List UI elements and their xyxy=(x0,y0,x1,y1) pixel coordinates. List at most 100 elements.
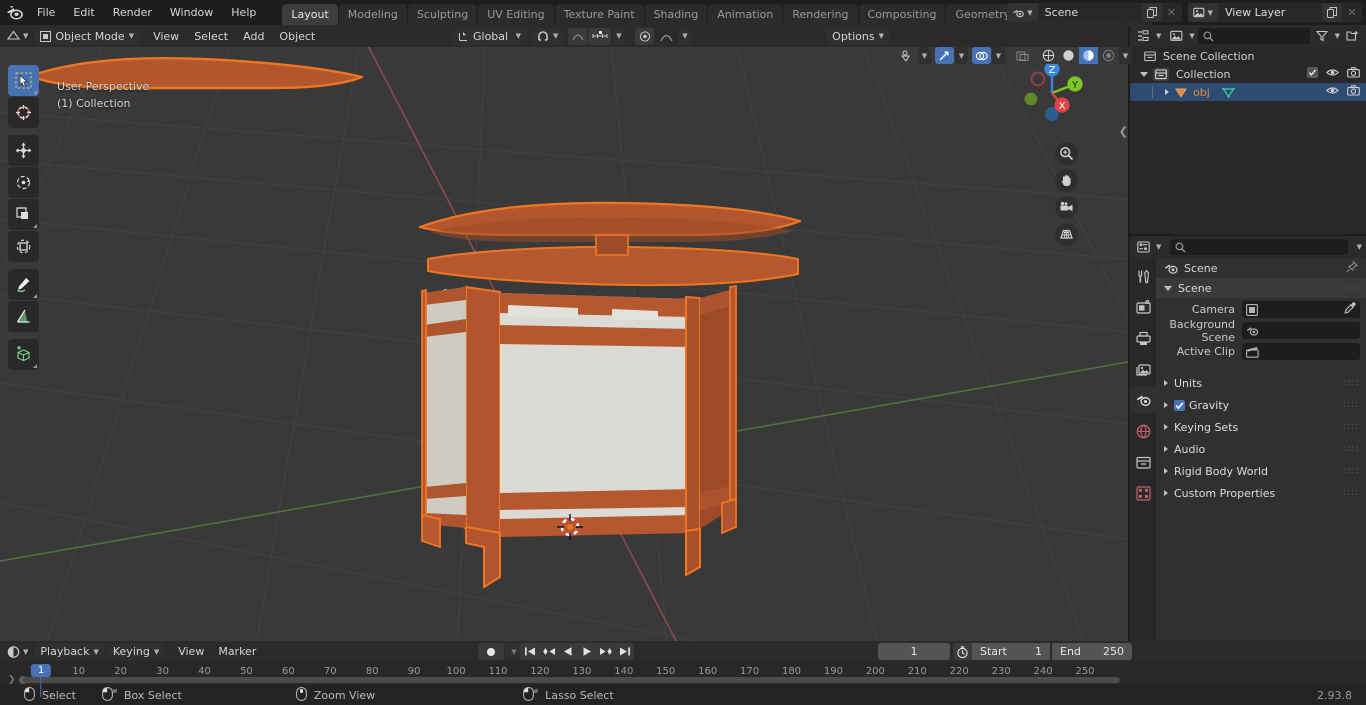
timeline-scrollbar[interactable]: ❯ xyxy=(0,675,1128,685)
properties-panel-keying-sets[interactable]: Keying Sets :::: xyxy=(1156,417,1366,437)
shading-dropdown[interactable]: ▼ xyxy=(1119,47,1132,64)
chevron-right-icon[interactable] xyxy=(1164,380,1168,386)
visibility-selector[interactable] xyxy=(898,47,917,64)
show-overlays-toggle[interactable] xyxy=(972,47,991,64)
scrollbar-track[interactable] xyxy=(22,677,1120,683)
zoom-view-button[interactable] xyxy=(1055,142,1078,165)
snapping-toggle[interactable]: ▼ xyxy=(532,27,564,45)
tool-select-box[interactable] xyxy=(8,65,39,96)
outliner-row-obj[interactable]: obj xyxy=(1130,83,1366,101)
snap-target-toggle[interactable] xyxy=(588,27,612,45)
play-reverse-button[interactable] xyxy=(558,643,577,660)
timeline-editor-type-icon[interactable] xyxy=(4,643,23,660)
field-input-background-scene[interactable] xyxy=(1242,322,1360,339)
timeline-menu-marker[interactable]: Marker xyxy=(211,643,263,660)
tool-annotate[interactable] xyxy=(8,269,39,300)
previous-keyframe-button[interactable] xyxy=(539,643,558,660)
end-frame-field[interactable]: End 250 xyxy=(1052,643,1132,660)
unlink-scene-icon[interactable]: ✕ xyxy=(1161,3,1182,22)
gravity-checkbox[interactable] xyxy=(1174,399,1185,411)
properties-tab-view-layer[interactable] xyxy=(1133,359,1153,379)
shading-material-button[interactable] xyxy=(1079,47,1098,64)
properties-tab-collection[interactable] xyxy=(1133,452,1153,472)
scene-name-value[interactable]: Scene xyxy=(1037,3,1142,22)
properties-panel-scene[interactable]: Scene :::: xyxy=(1156,278,1366,298)
menu-file[interactable]: File xyxy=(28,3,64,22)
shading-solid-button[interactable] xyxy=(1059,47,1078,64)
viewport-options-button[interactable]: Options ▼ xyxy=(826,27,890,45)
pin-icon[interactable] xyxy=(1346,260,1359,276)
remove-viewlayer-icon[interactable]: ✕ xyxy=(1342,3,1362,22)
blender-logo-icon[interactable] xyxy=(0,5,28,20)
3d-viewport[interactable]: User Perspective (1) Collection Z Y X ❮ xyxy=(0,47,1128,641)
play-button[interactable] xyxy=(577,643,596,660)
proportional-edit-toggle[interactable] xyxy=(568,27,588,45)
workspace-tab-compositing[interactable]: Compositing xyxy=(858,3,946,26)
properties-panel-rigid-body-world[interactable]: Rigid Body World :::: xyxy=(1156,461,1366,481)
eye-icon[interactable] xyxy=(1325,85,1340,99)
outliner-editor-type-icon[interactable] xyxy=(1134,28,1153,45)
field-input-active-clip[interactable] xyxy=(1242,343,1360,360)
properties-panel-gravity[interactable]: Gravity :::: xyxy=(1156,395,1366,415)
jump-to-start-button[interactable] xyxy=(520,643,539,660)
camera-icon[interactable] xyxy=(1347,85,1360,99)
properties-tab-texture[interactable] xyxy=(1133,483,1153,503)
outliner-row-collection[interactable]: Collection xyxy=(1130,65,1366,83)
workspace-tab-texture-paint[interactable]: Texture Paint xyxy=(554,3,644,26)
properties-tab-world[interactable] xyxy=(1133,421,1153,441)
outliner-display-mode-icon[interactable] xyxy=(1167,28,1186,45)
pan-view-button[interactable] xyxy=(1055,169,1078,192)
workspace-tab-animation[interactable]: Animation xyxy=(708,3,783,26)
outliner-search-input[interactable] xyxy=(1197,28,1310,44)
tool-cursor[interactable] xyxy=(8,97,39,128)
menu-render[interactable]: Render xyxy=(104,3,161,22)
tool-move[interactable] xyxy=(8,135,39,166)
toggle-perspective-button[interactable] xyxy=(1055,223,1078,246)
outliner-row-scene-collection[interactable]: Scene Collection xyxy=(1130,47,1366,65)
chevron-down-icon[interactable] xyxy=(1164,285,1172,291)
chevron-right-icon[interactable] xyxy=(1164,424,1168,430)
timeline-playhead[interactable]: 1 xyxy=(30,664,52,677)
viewlayer-name-value[interactable]: View Layer xyxy=(1218,3,1322,22)
auto-keyframe-button[interactable] xyxy=(478,643,504,660)
properties-tab-tool[interactable] xyxy=(1133,266,1153,286)
timeline-menu-keying[interactable]: Keying ▼ xyxy=(106,643,166,660)
timeline-menu-playback[interactable]: Playback ▼ xyxy=(34,643,105,660)
proportional-editing-objects-toggle[interactable] xyxy=(635,27,655,45)
eyedropper-icon[interactable] xyxy=(1344,302,1356,317)
viewport-menu-select[interactable]: Select xyxy=(187,28,235,45)
properties-editor-type-icon[interactable] xyxy=(1134,239,1153,256)
properties-panel-custom-properties[interactable]: Custom Properties :::: xyxy=(1156,483,1366,503)
chevron-right-icon[interactable] xyxy=(1164,402,1168,408)
shading-rendered-button[interactable] xyxy=(1099,47,1118,64)
use-preview-range-button[interactable] xyxy=(953,643,972,660)
tool-add-cube[interactable] xyxy=(8,339,39,370)
falloff-dropdown[interactable]: ▼ xyxy=(678,27,692,45)
transform-orientation-selector[interactable]: Global ▼ xyxy=(452,27,527,45)
menu-window[interactable]: Window xyxy=(161,3,222,22)
timeline-sidebar-toggle[interactable]: ❯ xyxy=(8,675,16,685)
workspace-tab-modeling[interactable]: Modeling xyxy=(338,3,407,26)
navigation-gizmo[interactable]: Z Y X xyxy=(1014,55,1090,131)
start-frame-field[interactable]: Start 1 xyxy=(972,643,1050,660)
overlays-dropdown[interactable]: ▼ xyxy=(992,47,1005,64)
workspace-tab-sculpting[interactable]: Sculpting xyxy=(407,3,478,26)
camera-icon[interactable] xyxy=(1347,67,1360,81)
viewport-menu-view[interactable]: View xyxy=(146,28,186,45)
workspace-tab-uv-editing[interactable]: UV Editing xyxy=(478,3,554,26)
shading-wireframe-button[interactable] xyxy=(1039,47,1058,64)
viewlayer-selector[interactable]: ▼ View Layer ✕ xyxy=(1187,3,1362,22)
show-gizmo-toggle[interactable] xyxy=(935,47,954,64)
gizmo-dropdown[interactable]: ▼ xyxy=(955,47,968,64)
tool-measure[interactable] xyxy=(8,301,39,332)
viewport-sidebar-toggle[interactable]: ❮ xyxy=(1119,125,1128,138)
viewport-menu-object[interactable]: Object xyxy=(272,28,322,45)
xray-toggle[interactable] xyxy=(1013,47,1032,64)
outliner-new-collection-icon[interactable] xyxy=(1343,28,1362,45)
properties-tab-render[interactable] xyxy=(1133,297,1153,317)
viewport-menu-add[interactable]: Add xyxy=(236,28,271,45)
collection-checkbox[interactable] xyxy=(1307,67,1318,81)
scene-selector[interactable]: ▼ Scene ✕ xyxy=(1007,3,1182,22)
outliner-filter-icon[interactable] xyxy=(1313,28,1332,45)
jump-to-end-button[interactable] xyxy=(615,643,634,660)
